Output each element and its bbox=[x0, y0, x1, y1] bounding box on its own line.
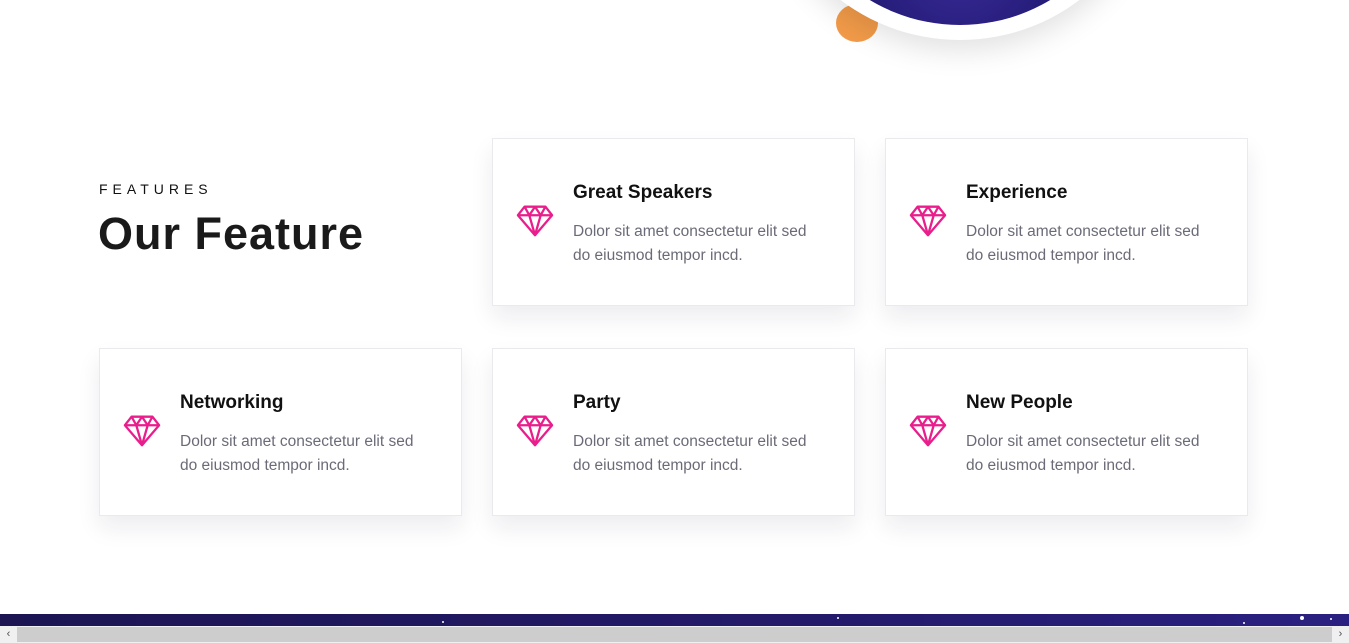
star-decoration bbox=[1300, 616, 1304, 620]
feature-card: Party Dolor sit amet consectetur elit se… bbox=[492, 348, 855, 516]
feature-card: Experience Dolor sit amet consectetur el… bbox=[885, 138, 1248, 306]
feature-card: Networking Dolor sit amet consectetur el… bbox=[99, 348, 462, 516]
next-section-edge bbox=[0, 614, 1349, 626]
feature-title: New People bbox=[966, 392, 1073, 413]
hero-image-frame bbox=[770, 0, 1150, 40]
horizontal-scrollbar[interactable]: ‹ › bbox=[0, 626, 1349, 643]
diamond-icon bbox=[123, 415, 161, 447]
feature-description: Dolor sit amet consectetur elit sed do e… bbox=[180, 433, 414, 474]
star-decoration bbox=[1330, 618, 1332, 620]
feature-description: Dolor sit amet consectetur elit sed do e… bbox=[966, 223, 1200, 264]
feature-card: Great Speakers Dolor sit amet consectetu… bbox=[492, 138, 855, 306]
scroll-thumb[interactable] bbox=[17, 627, 1332, 642]
feature-card: New People Dolor sit amet consectetur el… bbox=[885, 348, 1248, 516]
diamond-icon bbox=[909, 205, 947, 237]
diamond-icon bbox=[516, 415, 554, 447]
diamond-icon bbox=[516, 205, 554, 237]
section-eyebrow: FEATURES bbox=[99, 181, 213, 197]
feature-title: Networking bbox=[180, 392, 284, 413]
scroll-left-button[interactable]: ‹ bbox=[0, 626, 17, 643]
page: FEATURES Our Feature Great Speakers Dolo… bbox=[0, 0, 1349, 643]
star-decoration bbox=[1243, 622, 1245, 624]
feature-description: Dolor sit amet consectetur elit sed do e… bbox=[966, 433, 1200, 474]
diamond-icon bbox=[909, 415, 947, 447]
section-title: Our Feature bbox=[98, 208, 365, 259]
star-decoration bbox=[837, 617, 839, 619]
star-decoration bbox=[442, 621, 444, 623]
feature-description: Dolor sit amet consectetur elit sed do e… bbox=[573, 433, 807, 474]
feature-title: Great Speakers bbox=[573, 182, 713, 203]
scroll-right-button[interactable]: › bbox=[1332, 626, 1349, 643]
feature-description: Dolor sit amet consectetur elit sed do e… bbox=[573, 223, 807, 264]
feature-title: Experience bbox=[966, 182, 1068, 203]
feature-title: Party bbox=[573, 392, 621, 413]
